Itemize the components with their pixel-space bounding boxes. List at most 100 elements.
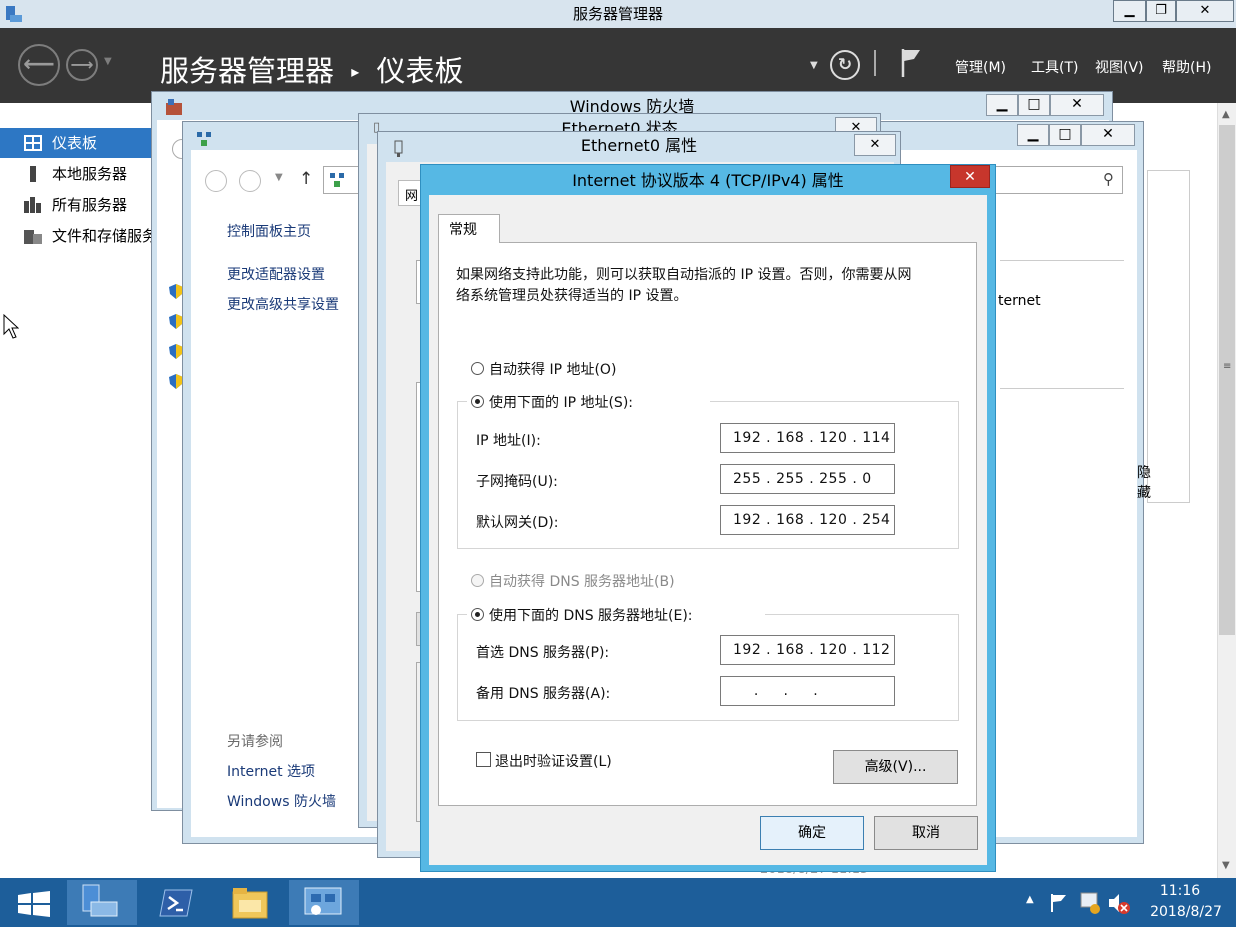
scroll-thumb[interactable] bbox=[1219, 125, 1235, 635]
network-maximize-button[interactable]: □ bbox=[1049, 124, 1081, 146]
search-input[interactable]: ⚲ bbox=[981, 166, 1123, 194]
scroll-up-icon[interactable]: ▲ bbox=[1222, 109, 1230, 120]
taskbar-powershell[interactable] bbox=[141, 880, 211, 925]
description-line-2: 络系统管理员处获得适当的 IP 设置。 bbox=[456, 288, 688, 304]
grip-icon: ≡ bbox=[1223, 361, 1232, 372]
link-control-panel-home[interactable]: 控制面板主页 bbox=[227, 221, 311, 241]
sidebar-item-dashboard[interactable]: 仪表板 bbox=[0, 128, 152, 158]
mouse-cursor-icon bbox=[3, 314, 19, 339]
network-history-icon[interactable]: ▼ bbox=[275, 172, 283, 183]
link-advanced-sharing[interactable]: 更改高级共享设置 bbox=[227, 294, 339, 314]
radio-manual-dns-label[interactable]: 使用下面的 DNS 服务器地址(E): bbox=[489, 605, 693, 625]
description-line-1: 如果网络支持此功能，则可以获取自动指派的 IP 设置。否则，你需要从网 bbox=[456, 267, 912, 283]
divider bbox=[1000, 260, 1124, 261]
breadcrumb-separator: ▸ bbox=[351, 62, 360, 81]
radio-manual-ip[interactable] bbox=[471, 395, 484, 408]
validate-checkbox[interactable] bbox=[476, 752, 491, 767]
powershell-icon bbox=[159, 889, 193, 917]
firewall-maximize-button[interactable]: □ bbox=[1018, 94, 1050, 116]
hidden-fragment[interactable]: 隐藏 bbox=[1137, 462, 1151, 502]
taskbar-date[interactable]: 2018/8/27 bbox=[1136, 904, 1236, 920]
firewall-close-button[interactable]: ✕ bbox=[1050, 94, 1104, 116]
menu-manage[interactable]: 管理(M) bbox=[955, 57, 1006, 77]
show-hidden-icons[interactable]: ▲ bbox=[1026, 894, 1034, 905]
tcpip-dialog-title: Internet 协议版本 4 (TCP/IPv4) 属性 bbox=[572, 171, 844, 190]
window-title: 服务器管理器 bbox=[572, 5, 663, 23]
cancel-button[interactable]: 取消 bbox=[874, 816, 978, 850]
search-icon: ⚲ bbox=[1103, 170, 1114, 188]
preferred-dns-input[interactable]: 192 . 168 . 120 . 112 bbox=[720, 635, 895, 665]
volume-muted-icon[interactable] bbox=[1107, 891, 1131, 915]
taskbar-server-manager[interactable] bbox=[67, 880, 137, 925]
main-scrollbar[interactable]: ▲ ≡ ▼ bbox=[1217, 103, 1236, 878]
ip-address-input[interactable]: 192 . 168 . 120 . 114 bbox=[720, 423, 895, 453]
internet-fragment: ternet bbox=[998, 293, 1041, 309]
network-forward-icon[interactable] bbox=[239, 170, 261, 192]
validate-checkbox-label[interactable]: 退出时验证设置(L) bbox=[495, 751, 612, 771]
network-close-button[interactable]: ✕ bbox=[1081, 124, 1135, 146]
history-dropdown-icon[interactable]: ▼ bbox=[104, 56, 112, 67]
alternate-dns-input[interactable]: . . . bbox=[720, 676, 895, 706]
start-button[interactable] bbox=[0, 880, 66, 925]
folder-icon bbox=[232, 888, 268, 919]
menu-tools[interactable]: 工具(T) bbox=[1031, 57, 1078, 77]
notifications-flag-icon[interactable] bbox=[900, 47, 924, 79]
link-change-adapter[interactable]: 更改适配器设置 bbox=[227, 264, 325, 284]
forward-button[interactable]: ⟶ bbox=[66, 49, 98, 81]
up-arrow-icon[interactable]: ↑ bbox=[299, 169, 313, 189]
radio-auto-ip[interactable] bbox=[471, 362, 484, 375]
sidebar-item-all-servers[interactable]: 所有服务器 bbox=[0, 190, 152, 220]
address-network-icon bbox=[330, 173, 344, 187]
taskbar-time[interactable]: 11:16 bbox=[1140, 883, 1220, 899]
sidebar-item-label: 本地服务器 bbox=[52, 165, 128, 183]
network-icon bbox=[197, 132, 211, 146]
gateway-input[interactable]: 192 . 168 . 120 . 254 bbox=[720, 505, 895, 535]
see-also-heading: 另请参阅 bbox=[227, 734, 283, 750]
menu-view[interactable]: 视图(V) bbox=[1095, 57, 1144, 77]
maximize-button[interactable]: ❐ bbox=[1146, 0, 1176, 22]
radio-auto-dns[interactable] bbox=[471, 574, 484, 587]
taskbar-network-settings[interactable] bbox=[289, 880, 359, 925]
taskbar-file-explorer[interactable] bbox=[215, 880, 285, 925]
minimize-button[interactable]: ▁ bbox=[1113, 0, 1146, 22]
network-tray-icon[interactable] bbox=[1079, 891, 1101, 915]
taskbar: ▲ 11:16 2018/8/27 bbox=[0, 878, 1236, 927]
link-internet-options[interactable]: Internet 选项 bbox=[227, 761, 315, 781]
header-dropdown-icon[interactable]: ▼ bbox=[810, 60, 818, 71]
radio-manual-dns[interactable] bbox=[471, 608, 484, 621]
breadcrumb-root[interactable]: 服务器管理器 bbox=[160, 54, 334, 88]
back-button[interactable]: ⟵ bbox=[18, 44, 60, 86]
servers-icon bbox=[24, 197, 41, 213]
refresh-icon[interactable]: ↻ bbox=[830, 50, 860, 80]
subnet-mask-label: 子网掩码(U): bbox=[476, 474, 558, 490]
scroll-down-icon[interactable]: ▼ bbox=[1222, 860, 1230, 871]
ip-address-label: IP 地址(I): bbox=[476, 433, 541, 449]
network-back-icon[interactable] bbox=[205, 170, 227, 192]
divider bbox=[1000, 388, 1124, 389]
right-panel bbox=[1147, 170, 1190, 503]
sidebar-item-label: 文件和存储服务 bbox=[52, 227, 152, 245]
close-button[interactable]: ✕ bbox=[1176, 0, 1234, 22]
radio-manual-ip-label[interactable]: 使用下面的 IP 地址(S): bbox=[489, 392, 633, 412]
network-minimize-button[interactable]: ▁ bbox=[1017, 124, 1049, 146]
firewall-minimize-button[interactable]: ▁ bbox=[986, 94, 1018, 116]
ok-button[interactable]: 确定 bbox=[760, 816, 864, 850]
sidebar-item-file-storage[interactable]: 文件和存储服务 bbox=[0, 221, 152, 251]
sidebar: 仪表板 本地服务器 所有服务器 文件和存储服务 bbox=[0, 103, 152, 878]
link-windows-firewall[interactable]: Windows 防火墙 bbox=[227, 791, 336, 811]
radio-auto-ip-label[interactable]: 自动获得 IP 地址(O) bbox=[489, 359, 616, 379]
tcpip-close-button[interactable]: ✕ bbox=[950, 165, 990, 188]
breadcrumb-page: 仪表板 bbox=[376, 54, 464, 88]
server-manager-taskbar-icon bbox=[82, 884, 118, 917]
menu-help[interactable]: 帮助(H) bbox=[1162, 57, 1211, 77]
address-bar[interactable] bbox=[323, 166, 363, 194]
tab-general[interactable]: 常规 bbox=[438, 214, 500, 243]
advanced-button[interactable]: 高级(V)... bbox=[833, 750, 958, 784]
action-center-flag-icon[interactable] bbox=[1049, 892, 1069, 914]
eth-props-close-button[interactable]: ✕ bbox=[854, 134, 896, 156]
server-manager-icon bbox=[6, 6, 22, 22]
radio-auto-dns-label[interactable]: 自动获得 DNS 服务器地址(B) bbox=[489, 571, 675, 591]
preferred-dns-label: 首选 DNS 服务器(P): bbox=[476, 645, 610, 661]
sidebar-item-local-server[interactable]: 本地服务器 bbox=[0, 159, 152, 189]
subnet-mask-input[interactable]: 255 . 255 . 255 . 0 bbox=[720, 464, 895, 494]
